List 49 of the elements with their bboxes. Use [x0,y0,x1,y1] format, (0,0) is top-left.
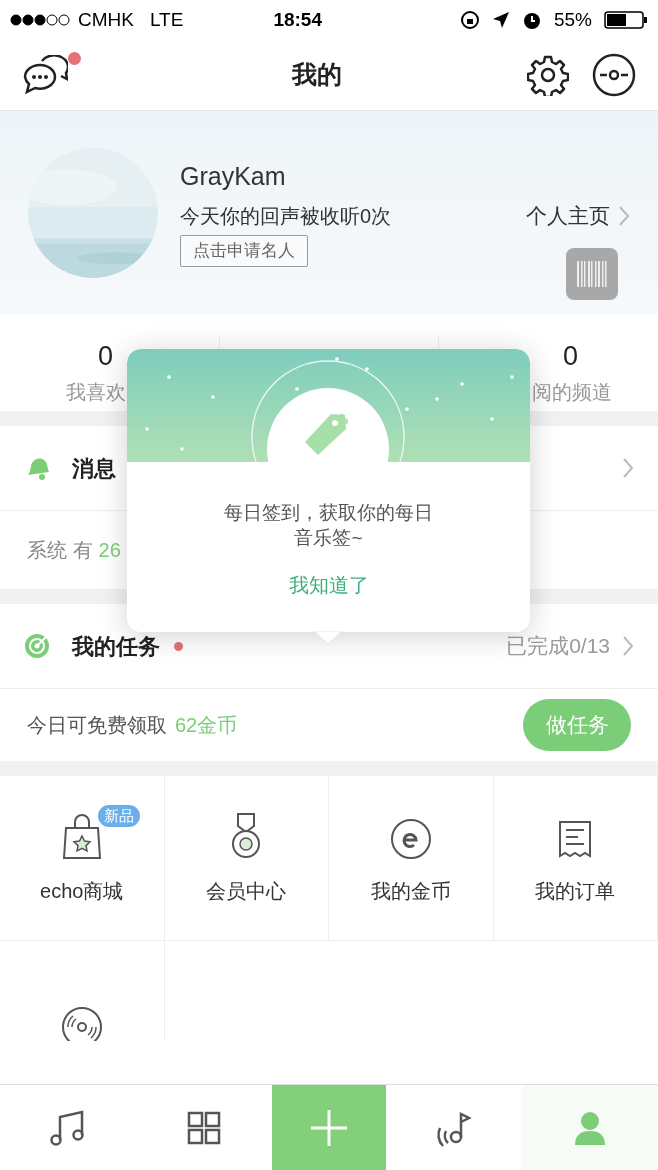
chat-bubbles-icon [22,55,68,95]
medal-icon [231,812,262,860]
feature-label[interactable]: 会员中心 [206,876,287,906]
feature-label[interactable]: 我的金币 [370,876,451,906]
stat-label: 我喜欢 [66,379,126,405]
disc-outline-icon [592,53,636,97]
person-icon [575,1110,605,1145]
plus-icon [309,1107,349,1148]
listen-count-text: 今天你的回声被收听0次 [180,203,392,229]
settings-icon [527,54,569,96]
feature-icon-button[interactable] [231,810,262,860]
stat-label: 阅的频道 [532,379,612,405]
player-button[interactable] [592,53,636,97]
system-notice-text: 系统 有 [27,538,93,563]
rotation-lock-icon [459,10,480,30]
alarm-icon [521,10,542,30]
network-type: LTE [149,7,184,32]
signal-icon [10,14,70,26]
tasks-title: 我的任务 [72,632,160,661]
homepage-link[interactable]: 个人主页 [526,199,610,232]
user-name: GrayKam [180,161,286,193]
page-title: 我的 [290,59,343,91]
target-icon [24,633,50,659]
receipt-icon [558,820,593,860]
settings-button[interactable] [526,53,570,97]
carrier-name: CMHK [78,7,134,32]
feature-label[interactable]: echo商城 [40,876,124,906]
battery-percent: 55% [553,7,592,32]
grid-icon [187,1110,221,1145]
shopping-bag-icon [62,814,101,860]
likes-count: 0 [98,340,114,373]
battery-icon [604,10,648,30]
checkin-message: 每日签到，获取你的每日 音乐签~ [223,501,434,550]
channels-count: 0 [562,340,578,373]
location-icon [491,11,510,29]
chevron-right-icon [622,457,634,479]
free-coins-text: 今日可免费领取 [27,713,167,738]
system-notice-count: 26 [98,538,121,563]
coin-amount: 62金币 [175,713,238,738]
messages-title: 消息 [72,454,116,483]
apply-celebrity-button[interactable]: 点击申请名人 [180,235,308,267]
coin-icon [389,818,432,860]
new-badge: 新品 [98,805,140,827]
chevron-right-icon [622,635,634,657]
clock-time: 18:54 [273,7,322,32]
feature-label[interactable]: 我的订单 [535,876,616,906]
music-note-icon [50,1108,86,1147]
chevron-right-icon [618,204,630,227]
barcode-icon [577,261,607,287]
